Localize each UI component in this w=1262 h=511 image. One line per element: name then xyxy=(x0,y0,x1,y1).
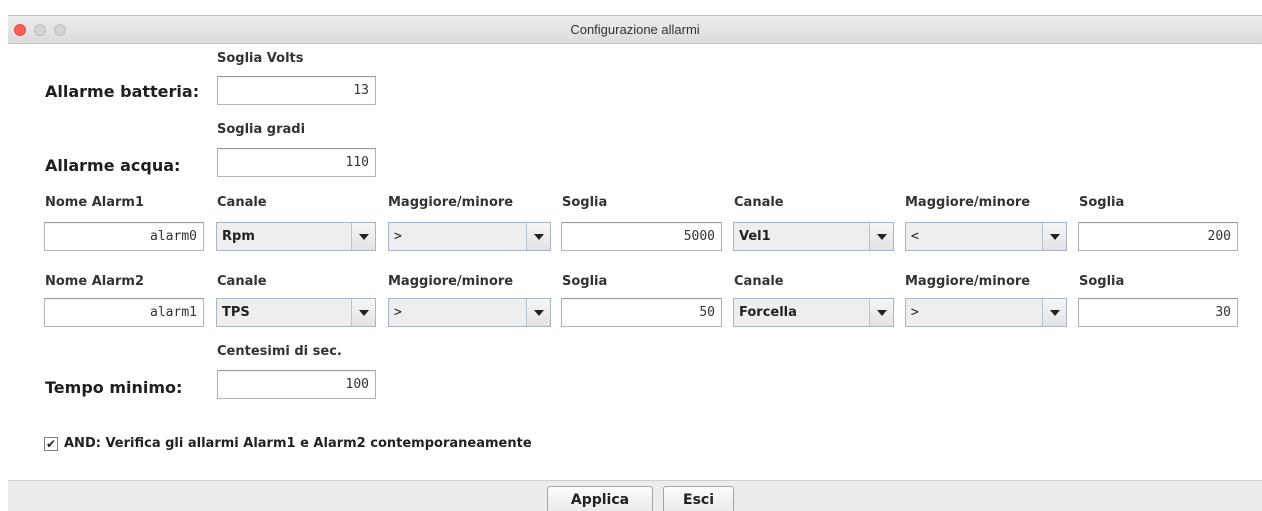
alarm2-name-header: Nome Alarm2 xyxy=(45,274,144,289)
and-checkbox[interactable]: ✔ xyxy=(44,437,58,451)
battery-threshold-input[interactable]: 13 xyxy=(217,76,376,105)
alarm2-channel-b-value: Forcella xyxy=(734,299,870,326)
and-checkbox-label[interactable]: AND: Verifica gli allarmi Alarm1 e Alarm… xyxy=(64,436,532,451)
alarm1-name-input[interactable]: alarm0 xyxy=(44,222,204,251)
chevron-down-icon[interactable] xyxy=(352,223,375,250)
alarm2-compare-b-value: > xyxy=(906,299,1043,326)
alarm1-channel-b-header: Canale xyxy=(734,195,784,210)
battery-threshold-header: Soglia Volts xyxy=(217,51,304,66)
chevron-down-icon[interactable] xyxy=(527,223,550,250)
exit-button[interactable]: Esci xyxy=(663,486,734,511)
min-time-label: Tempo minimo: xyxy=(45,378,183,397)
apply-button[interactable]: Applica xyxy=(547,486,653,511)
alarm2-compare-a-header: Maggiore/minore xyxy=(388,274,514,289)
alarm2-compare-b-header: Maggiore/minore xyxy=(905,274,1031,289)
water-threshold-input[interactable]: 110 xyxy=(217,148,376,177)
window-title: Configurazione allarmi xyxy=(570,22,700,37)
alarm1-channel-a-select[interactable]: Rpm xyxy=(216,222,376,251)
alarm2-channel-a-value: TPS xyxy=(217,299,352,326)
battery-alarm-label: Allarme batteria: xyxy=(45,82,200,101)
alarm1-compare-b-select[interactable]: < xyxy=(905,222,1067,251)
alarm2-channel-a-select[interactable]: TPS xyxy=(216,298,376,327)
alarm2-threshold-b-input[interactable]: 30 xyxy=(1078,298,1238,327)
alarm1-channel-a-header: Canale xyxy=(217,195,267,210)
button-bar: Applica Esci xyxy=(8,480,1262,511)
alarm1-channel-b-value: Vel1 xyxy=(734,223,870,250)
alarm-form: Soglia Volts Allarme batteria: 13 Soglia… xyxy=(8,45,1262,480)
alarm1-compare-a-value: > xyxy=(389,223,527,250)
chevron-down-icon[interactable] xyxy=(527,299,550,326)
alarm1-channel-a-value: Rpm xyxy=(217,223,352,250)
water-alarm-label: Allarme acqua: xyxy=(45,156,181,175)
alarm1-compare-a-header: Maggiore/minore xyxy=(388,195,514,210)
alarm2-compare-b-select[interactable]: > xyxy=(905,298,1067,327)
alarm1-threshold-b-input[interactable]: 200 xyxy=(1078,222,1238,251)
alarm2-name-input[interactable]: alarm1 xyxy=(44,298,204,327)
alarm1-name-header: Nome Alarm1 xyxy=(45,195,144,210)
chevron-down-icon[interactable] xyxy=(1043,223,1066,250)
alarm1-threshold-a-header: Soglia xyxy=(562,195,608,210)
alarm2-threshold-a-header: Soglia xyxy=(562,274,608,289)
alarm2-threshold-a-input[interactable]: 50 xyxy=(561,298,722,327)
alarm1-threshold-a-input[interactable]: 5000 xyxy=(561,222,722,251)
alarm2-compare-a-value: > xyxy=(389,299,527,326)
alarm2-channel-b-select[interactable]: Forcella xyxy=(733,298,894,327)
chevron-down-icon[interactable] xyxy=(1043,299,1066,326)
alarm1-compare-a-select[interactable]: > xyxy=(388,222,551,251)
alarm2-channel-a-header: Canale xyxy=(217,274,267,289)
chevron-down-icon[interactable] xyxy=(352,299,375,326)
water-threshold-header: Soglia gradi xyxy=(217,122,306,137)
alarm1-channel-b-select[interactable]: Vel1 xyxy=(733,222,894,251)
min-time-input[interactable]: 100 xyxy=(217,370,376,399)
title-bar[interactable]: Configurazione allarmi xyxy=(8,16,1262,44)
alarm2-channel-b-header: Canale xyxy=(734,274,784,289)
checkmark-icon: ✔ xyxy=(45,437,57,451)
alarm-config-window: Configurazione allarmi Soglia Volts Alla… xyxy=(0,0,1262,511)
alarm1-threshold-b-header: Soglia xyxy=(1079,195,1125,210)
alarm1-compare-b-value: < xyxy=(906,223,1043,250)
alarm2-threshold-b-header: Soglia xyxy=(1079,274,1125,289)
alarm1-compare-b-header: Maggiore/minore xyxy=(905,195,1031,210)
chevron-down-icon[interactable] xyxy=(870,223,893,250)
chevron-down-icon[interactable] xyxy=(870,299,893,326)
alarm2-compare-a-select[interactable]: > xyxy=(388,298,551,327)
min-time-unit-header: Centesimi di sec. xyxy=(217,344,342,359)
